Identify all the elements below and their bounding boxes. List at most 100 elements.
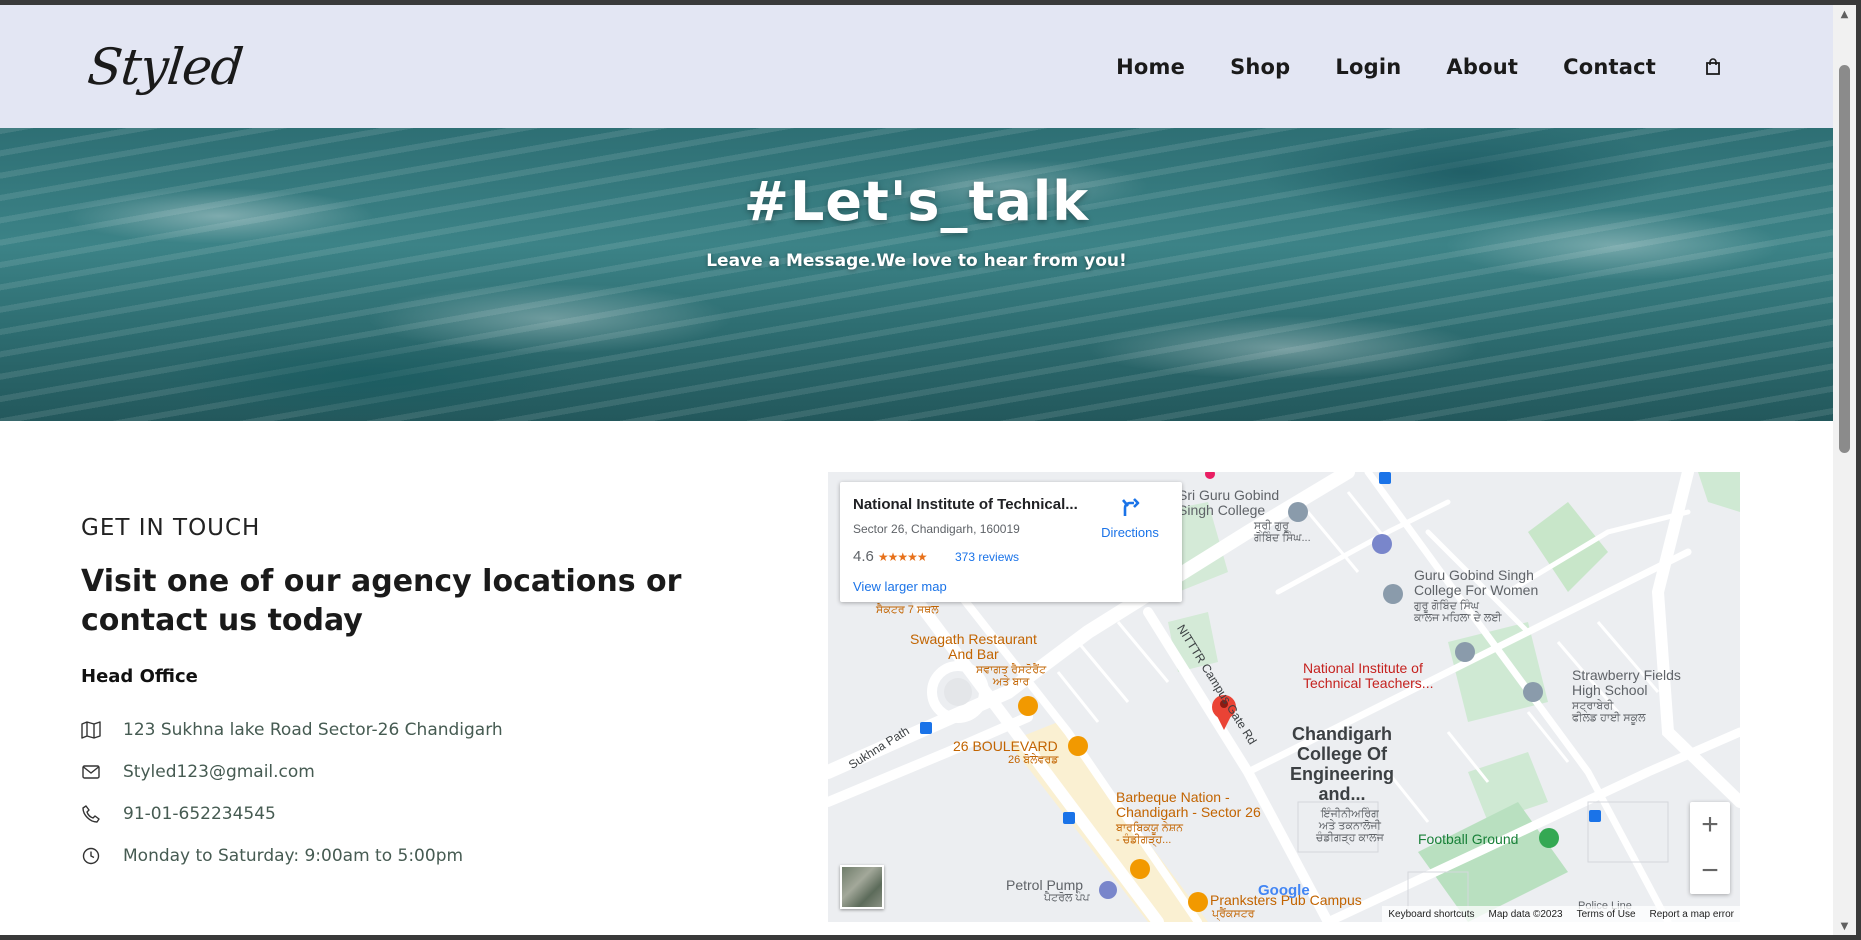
map-label-line: Engineering xyxy=(1290,764,1395,784)
report-map-error-link[interactable]: Report a map error xyxy=(1650,909,1734,920)
phone-icon xyxy=(81,804,101,824)
map-label-line: College For Women xyxy=(1414,582,1539,598)
map-label-line: Technical Teachers... xyxy=(1303,675,1434,691)
google-logo: Google xyxy=(1258,882,1310,899)
map-label-line: And Bar xyxy=(948,646,999,662)
map-label-line: ਗੁਰੂ ਗੋਬਿੰਦ ਸਿੰਘ xyxy=(1414,600,1479,612)
map-label-pranksters-pa: ਪ੍ਰੈਂਕਸਟਰ xyxy=(1212,908,1255,920)
map-label-ggs-women[interactable]: Guru Gobind Singh College For Women xyxy=(1414,568,1538,598)
map-attribution: Keyboard shortcuts Map data ©2023 Terms … xyxy=(1382,906,1740,922)
contact-details-list: 123 Sukhna lake Road Sector-26 Chandigar… xyxy=(81,709,503,877)
map-label-swagath[interactable]: Swagath Restaurant And Bar xyxy=(910,632,1037,662)
place-address: Sector 26, Chandigarh, 160019 xyxy=(853,522,1020,536)
map-label-ccoe-pa: ਇੰਜੀਨੀਅਰਿੰਗ ਅਤੇ ਤਕਨਾਲੋਜੀ ਚੰਡੀਗੜ੍ਹ ਕਾਲਜ xyxy=(1316,808,1384,844)
rating-stars-icon: ★★★★★ xyxy=(877,549,928,564)
site-logo[interactable]: Styled xyxy=(85,38,245,96)
head-office-title: Head Office xyxy=(81,666,198,687)
map-label-line: National Institute of xyxy=(1303,660,1423,676)
directions-button[interactable]: Directions xyxy=(1098,496,1162,540)
nav-about-link[interactable]: About xyxy=(1446,55,1518,79)
satellite-toggle[interactable] xyxy=(840,865,884,909)
map-label-line: ਗੋਬਿੰਦ ਸਿੰਘ... xyxy=(1254,532,1311,544)
directions-icon xyxy=(1122,498,1140,516)
window-frame xyxy=(1856,0,1861,940)
map-label-line: Sri Guru Gobind xyxy=(1178,487,1280,503)
map-label-line: ਕਾਲਜ ਮਹਿਲਾ ਦੇ ਲਈ xyxy=(1414,612,1502,624)
zoom-in-button[interactable]: + xyxy=(1690,802,1730,848)
main-nav: Home Shop Login About Contact xyxy=(1116,55,1725,79)
map-label-bbq-nation-pa: ਬਾਰਬਿਕਯੂ ਨੇਸ਼ਨ - ਚੰਡੀਗੜ੍ਹ... xyxy=(1116,822,1183,846)
map-label-line: Strawberry Fields xyxy=(1572,667,1681,683)
map-label-line: High School xyxy=(1572,682,1648,698)
map-label-petrol-pump[interactable]: Petrol Pump xyxy=(1006,878,1083,893)
directions-label: Directions xyxy=(1101,525,1159,540)
email-item: Styled123@gmail.com xyxy=(81,751,503,793)
map-label-line: Swagath Restaurant xyxy=(910,631,1037,647)
nav-login-link[interactable]: Login xyxy=(1335,55,1401,79)
page-scrollbar[interactable]: ▲ ▼ xyxy=(1833,5,1856,935)
scroll-down-arrow-icon[interactable]: ▼ xyxy=(1833,917,1856,935)
hero-banner: #Let's_talk Leave a Message.We love to h… xyxy=(0,128,1833,421)
terms-of-use-link[interactable]: Terms of Use xyxy=(1577,909,1636,920)
map-label-line: ਅਤੇ ਬਾਰ xyxy=(992,676,1030,688)
rating-value: 4.6 xyxy=(853,548,874,565)
map-icon xyxy=(81,720,101,740)
map-label-line: ਫੀਲਡ ਹਾਈ ਸਕੂਲ xyxy=(1572,712,1646,724)
map-label-line: ਬਾਰਬਿਕਯੂ ਨੇਸ਼ਨ xyxy=(1116,822,1183,834)
map-label-ccoe[interactable]: Chandigarh College Of Engineering and... xyxy=(1290,724,1394,804)
map-label-bbq-nation[interactable]: Barbeque Nation - Chandigarh - Sector 26 xyxy=(1116,790,1261,820)
place-rating: 4.6 ★★★★★ xyxy=(853,548,928,565)
map-label-nitttr[interactable]: National Institute of Technical Teachers… xyxy=(1303,661,1433,691)
address-item: 123 Sukhna lake Road Sector-26 Chandigar… xyxy=(81,709,503,751)
map-label-line: ਅਤੇ ਤਕਨਾਲੋਜੀ xyxy=(1318,820,1381,832)
map-label-sector: ਸੈਕਟਰ 7 ਸਥਲ xyxy=(876,604,939,616)
phone-item: 91-01-652234545 xyxy=(81,793,503,835)
keyboard-shortcuts-link[interactable]: Keyboard shortcuts xyxy=(1388,909,1474,920)
map-label-line: Barbeque Nation - xyxy=(1116,789,1230,805)
map-label-line: Chandigarh - Sector 26 xyxy=(1116,804,1261,820)
nav-contact-link[interactable]: Contact xyxy=(1563,55,1656,79)
scrollbar-thumb[interactable] xyxy=(1839,65,1850,453)
map-label-strawberry-pa: ਸਟ੍ਰਾਬੇਰੀ ਫੀਲਡ ਹਾਈ ਸਕੂਲ xyxy=(1572,700,1646,724)
nav-home-link[interactable]: Home xyxy=(1116,55,1185,79)
map-label-football-ground[interactable]: Football Ground xyxy=(1418,831,1518,847)
map-label-line: ਚੰਡੀਗੜ੍ਹ ਕਾਲਜ xyxy=(1316,832,1384,844)
map-label-line: and... xyxy=(1318,784,1366,804)
phone-text[interactable]: 91-01-652234545 xyxy=(123,804,276,824)
map-place-card: National Institute of Technical... Secto… xyxy=(840,482,1182,602)
shopping-bag-icon[interactable] xyxy=(1701,55,1725,79)
map-label-line: - ਚੰਡੀਗੜ੍ਹ... xyxy=(1116,834,1172,846)
reviews-link[interactable]: 373 reviews xyxy=(955,550,1019,564)
map-label-petrol-pump-pa: ਪੈਟਰੋਲ ਪੰਪ xyxy=(1044,892,1090,904)
map-label-boulevard[interactable]: 26 BOULEVARD xyxy=(953,738,1058,754)
map-label-line: Singh College xyxy=(1178,502,1266,518)
hours-text: Monday to Saturday: 9:00am to 5:00pm xyxy=(123,846,464,866)
map-label-line: College Of xyxy=(1297,744,1388,764)
embedded-map[interactable]: Sri Guru Gobind Singh College ਸ੍ਰੀ ਗੁਰੂ … xyxy=(828,472,1740,922)
envelope-icon xyxy=(81,762,101,782)
map-label-line: ਸ੍ਰੀ ਗੁਰੂ xyxy=(1254,520,1289,532)
zoom-out-button[interactable]: − xyxy=(1690,848,1730,894)
map-label-ggs-women-pa: ਗੁਰੂ ਗੋਬਿੰਦ ਸਿੰਘ ਕਾਲਜ ਮਹਿਲਾ ਦੇ ਲਈ xyxy=(1414,600,1501,624)
contact-headline: Visit one of our agency locations or con… xyxy=(81,564,682,638)
place-name: National Institute of Technical... xyxy=(853,496,1078,513)
map-label-boulevard-pa: 26 ਬੋਲੇਵਰਡ xyxy=(1008,754,1059,766)
email-text[interactable]: Styled123@gmail.com xyxy=(123,762,315,782)
hours-item: Monday to Saturday: 9:00am to 5:00pm xyxy=(81,835,503,877)
map-label-sgg-college-pa: ਸ੍ਰੀ ਗੁਰੂ ਗੋਬਿੰਦ ਸਿੰਘ... xyxy=(1254,520,1311,544)
hero-title: #Let's_talk xyxy=(743,170,1090,233)
map-label-line: ਸਵਾਗਤ ਰੈਸਟੋਰੈਂਟ xyxy=(976,664,1047,676)
map-label-swagath-pa: ਸਵਾਗਤ ਰੈਸਟੋਰੈਂਟ ਅਤੇ ਬਾਰ xyxy=(976,664,1046,688)
browser-viewport: Styled Home Shop Login About Contact #Le… xyxy=(0,5,1861,935)
get-in-touch-label: GET IN TOUCH xyxy=(81,515,261,541)
nav-shop-link[interactable]: Shop xyxy=(1230,55,1290,79)
map-label-strawberry[interactable]: Strawberry Fields High School xyxy=(1572,668,1681,698)
map-data-text: Map data ©2023 xyxy=(1488,908,1563,920)
hero-subtitle: Leave a Message.We love to hear from you… xyxy=(706,251,1127,271)
map-label-sgg-college[interactable]: Sri Guru Gobind Singh College xyxy=(1178,488,1279,518)
map-label-line: ਸਟ੍ਰਾਬੇਰੀ xyxy=(1572,700,1614,712)
view-larger-map-link[interactable]: View larger map xyxy=(853,579,947,594)
map-label-line: ਇੰਜੀਨੀਅਰਿੰਗ xyxy=(1321,808,1379,820)
scroll-up-arrow-icon[interactable]: ▲ xyxy=(1833,5,1856,23)
map-label-line: Chandigarh xyxy=(1292,724,1393,744)
